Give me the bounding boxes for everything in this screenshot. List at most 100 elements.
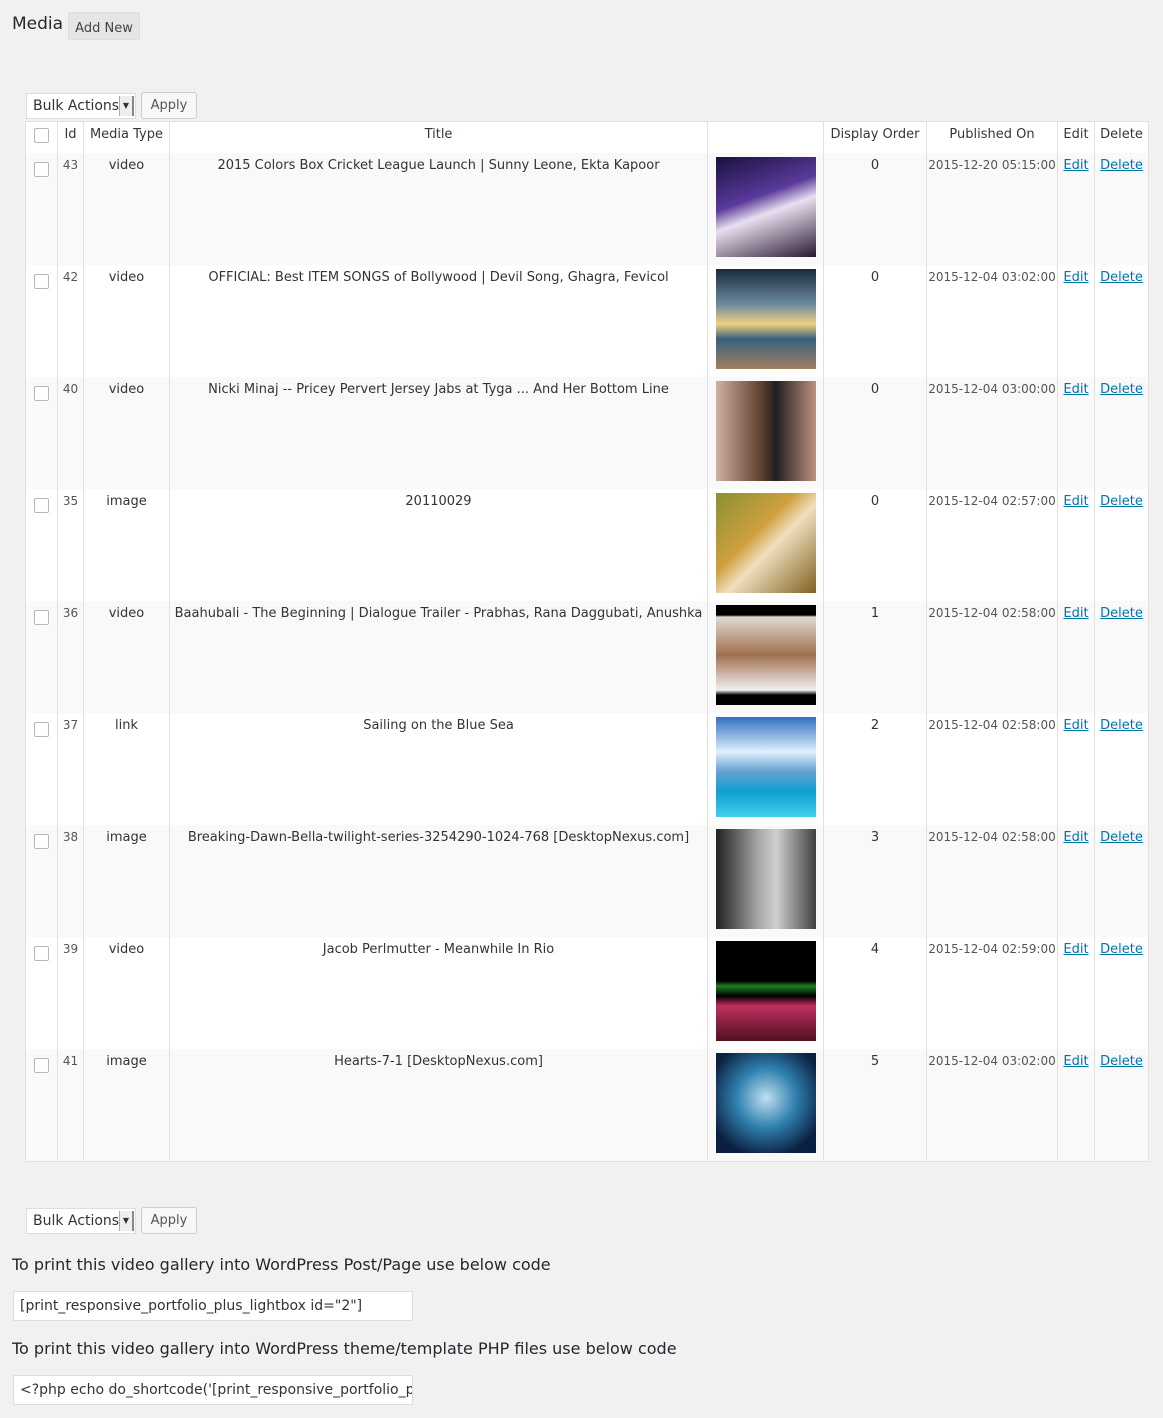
cell-display-order: 0	[823, 265, 927, 377]
row-checkbox[interactable]	[34, 610, 49, 625]
row-checkbox[interactable]	[34, 1058, 49, 1073]
cell-published-on: 2015-12-04 02:58:00	[926, 601, 1058, 713]
edit-link[interactable]: Edit	[1063, 382, 1088, 397]
row-checkbox[interactable]	[34, 498, 49, 513]
delete-link[interactable]: Delete	[1100, 270, 1143, 285]
cell-media-type: image	[83, 489, 170, 601]
add-new-button[interactable]: Add New	[68, 12, 140, 40]
edit-link[interactable]: Edit	[1063, 158, 1088, 173]
row-checkbox[interactable]	[34, 722, 49, 737]
column-edit: Edit	[1057, 121, 1095, 153]
row-checkbox[interactable]	[34, 274, 49, 289]
cell-media-type: video	[83, 153, 170, 265]
column-published-on: Published On	[926, 121, 1058, 153]
cell-published-on: 2015-12-04 02:59:00	[926, 937, 1058, 1049]
cell-id: 36	[57, 601, 84, 713]
select-all-checkbox[interactable]	[34, 128, 49, 143]
column-thumbnail	[707, 121, 824, 153]
cell-display-order: 2	[823, 713, 927, 825]
table-row: 37 link Sailing on the Blue Sea 2 2015-1…	[25, 713, 1149, 825]
table-header: Id Media Type Title Display Order Publis…	[25, 121, 1149, 153]
cell-published-on: 2015-12-04 03:02:00	[926, 265, 1058, 377]
thumbnail-image	[715, 829, 816, 929]
bulk-actions-select[interactable]: Bulk Actions ▼	[26, 93, 136, 119]
thumbnail-image	[715, 381, 816, 481]
thumbnail-image	[715, 605, 816, 705]
table-row: 36 video Baahubali - The Beginning | Dia…	[25, 601, 1149, 713]
cell-title: Nicki Minaj -- Pricey Pervert Jersey Jab…	[169, 377, 708, 489]
cell-published-on: 2015-12-04 02:57:00	[926, 489, 1058, 601]
cell-display-order: 3	[823, 825, 927, 937]
cell-id: 39	[57, 937, 84, 1049]
row-checkbox[interactable]	[34, 162, 49, 177]
cell-display-order: 0	[823, 153, 927, 265]
table-row: 35 image 20110029 0 2015-12-04 02:57:00 …	[25, 489, 1149, 601]
chevron-down-icon: ▼	[119, 96, 134, 116]
cell-published-on: 2015-12-04 02:58:00	[926, 825, 1058, 937]
cell-title: 2015 Colors Box Cricket League Launch | …	[169, 153, 708, 265]
thumbnail-image	[715, 269, 816, 369]
cell-display-order: 0	[823, 489, 927, 601]
cell-published-on: 2015-12-04 02:58:00	[926, 713, 1058, 825]
cell-media-type: video	[83, 265, 170, 377]
cell-title: Breaking-Dawn-Bella-twilight-series-3254…	[169, 825, 708, 937]
delete-link[interactable]: Delete	[1100, 718, 1143, 733]
apply-button-bottom[interactable]: Apply	[141, 1207, 197, 1234]
edit-link[interactable]: Edit	[1063, 606, 1088, 621]
delete-link[interactable]: Delete	[1100, 942, 1143, 957]
shortcode-input[interactable]: [print_responsive_portfolio_plus_lightbo…	[13, 1291, 413, 1321]
cell-media-type: video	[83, 937, 170, 1049]
delete-link[interactable]: Delete	[1100, 494, 1143, 509]
delete-link[interactable]: Delete	[1100, 830, 1143, 845]
php-code-label: To print this video gallery into WordPre…	[12, 1339, 677, 1358]
cell-display-order: 4	[823, 937, 927, 1049]
shortcode-label: To print this video gallery into WordPre…	[12, 1255, 551, 1274]
cell-id: 40	[57, 377, 84, 489]
table-row: 38 image Breaking-Dawn-Bella-twilight-se…	[25, 825, 1149, 937]
edit-link[interactable]: Edit	[1063, 942, 1088, 957]
row-checkbox[interactable]	[34, 834, 49, 849]
edit-link[interactable]: Edit	[1063, 718, 1088, 733]
delete-link[interactable]: Delete	[1100, 606, 1143, 621]
cell-media-type: link	[83, 713, 170, 825]
cell-media-type: image	[83, 1049, 170, 1161]
cell-display-order: 5	[823, 1049, 927, 1161]
edit-link[interactable]: Edit	[1063, 270, 1088, 285]
thumbnail-image	[715, 493, 816, 593]
bulk-actions-label: Bulk Actions	[33, 1213, 120, 1229]
cell-id: 43	[57, 153, 84, 265]
edit-link[interactable]: Edit	[1063, 494, 1088, 509]
edit-link[interactable]: Edit	[1063, 1054, 1088, 1069]
delete-link[interactable]: Delete	[1100, 382, 1143, 397]
thumbnail-image	[715, 157, 816, 257]
apply-button[interactable]: Apply	[141, 92, 197, 119]
cell-title: 20110029	[169, 489, 708, 601]
table-row: 41 image Hearts-7-1 [DesktopNexus.com] 5…	[25, 1049, 1149, 1161]
cell-display-order: 0	[823, 377, 927, 489]
bulk-actions-select-bottom[interactable]: Bulk Actions ▼	[26, 1208, 136, 1234]
delete-link[interactable]: Delete	[1100, 1054, 1143, 1069]
cell-id: 37	[57, 713, 84, 825]
cell-title: Hearts-7-1 [DesktopNexus.com]	[169, 1049, 708, 1161]
thumbnail-image	[715, 941, 816, 1041]
row-checkbox[interactable]	[34, 946, 49, 961]
cell-media-type: video	[83, 377, 170, 489]
cell-media-type: image	[83, 825, 170, 937]
cell-published-on: 2015-12-20 05:15:00	[926, 153, 1058, 265]
table-row: 43 video 2015 Colors Box Cricket League …	[25, 153, 1149, 265]
edit-link[interactable]: Edit	[1063, 830, 1088, 845]
php-code-input[interactable]: <?php echo do_shortcode('[print_responsi…	[13, 1375, 413, 1405]
cell-display-order: 1	[823, 601, 927, 713]
thumbnail-image	[715, 717, 816, 817]
cell-title: OFFICIAL: Best ITEM SONGS of Bollywood |…	[169, 265, 708, 377]
row-checkbox[interactable]	[34, 386, 49, 401]
cell-id: 42	[57, 265, 84, 377]
delete-link[interactable]: Delete	[1100, 158, 1143, 173]
chevron-down-icon: ▼	[119, 1211, 134, 1231]
cell-title: Jacob Perlmutter - Meanwhile In Rio	[169, 937, 708, 1049]
thumbnail-image	[715, 1053, 816, 1153]
cell-title: Sailing on the Blue Sea	[169, 713, 708, 825]
cell-id: 41	[57, 1049, 84, 1161]
table-row: 40 video Nicki Minaj -- Pricey Pervert J…	[25, 377, 1149, 489]
cell-id: 35	[57, 489, 84, 601]
